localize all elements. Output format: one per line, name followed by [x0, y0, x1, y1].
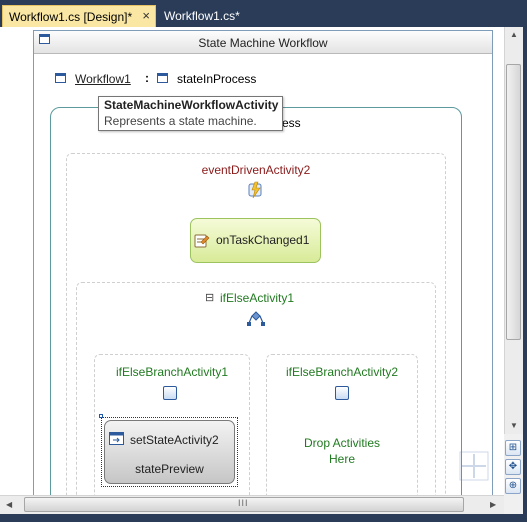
- window-icon: [55, 73, 66, 83]
- set-state-label: setStateActivity2: [130, 433, 219, 447]
- set-state-target: statePreview: [135, 462, 204, 476]
- if-else-title: ifElseActivity1: [220, 291, 295, 305]
- zoom-icon[interactable]: ⊞: [505, 440, 521, 456]
- scroll-grip: III: [238, 498, 249, 508]
- vertical-scroll-thumb[interactable]: [506, 64, 521, 340]
- event-icon: [248, 181, 262, 199]
- workflow-title: State Machine Workflow: [198, 36, 328, 50]
- magnifier-icon[interactable]: ⊕: [505, 478, 521, 494]
- collapse-icon[interactable]: ⊟: [205, 291, 214, 304]
- on-task-changed-label: onTaskChanged1: [216, 233, 310, 247]
- pan-watermark-icon: [459, 451, 489, 481]
- window-icon: [157, 73, 168, 83]
- branch-1-title: ifElseBranchActivity1: [115, 365, 229, 379]
- pan-icon[interactable]: ✥: [505, 459, 521, 475]
- drop-hint-line-2: Here: [328, 452, 355, 466]
- breadcrumb-workflow-link[interactable]: Workflow1: [75, 72, 131, 86]
- handle-external-event-icon: [194, 234, 210, 248]
- breadcrumb-separator: :: [145, 71, 149, 85]
- set-state-icon: [109, 432, 124, 445]
- tooltip-title: StateMachineWorkflowActivity: [104, 98, 279, 112]
- ifelse-icon: [247, 311, 265, 326]
- branch-icon: [335, 386, 349, 400]
- scroll-right-icon[interactable]: ▶: [490, 500, 496, 509]
- tooltip-description: Represents a state machine.: [104, 114, 257, 128]
- selection-handle[interactable]: [99, 414, 103, 418]
- scroll-down-icon[interactable]: ▼: [510, 421, 518, 430]
- state-title: ess: [282, 116, 301, 130]
- scroll-left-icon[interactable]: ◀: [6, 500, 12, 509]
- drop-hint-line-1: Drop Activities: [303, 436, 381, 450]
- branch-icon: [163, 386, 177, 400]
- scroll-up-icon[interactable]: ▲: [510, 30, 518, 39]
- event-driven-activity-title: eventDrivenActivity2: [201, 163, 311, 177]
- branch-2-title: ifElseBranchActivity2: [285, 365, 399, 379]
- breadcrumb-state: stateInProcess: [177, 72, 257, 86]
